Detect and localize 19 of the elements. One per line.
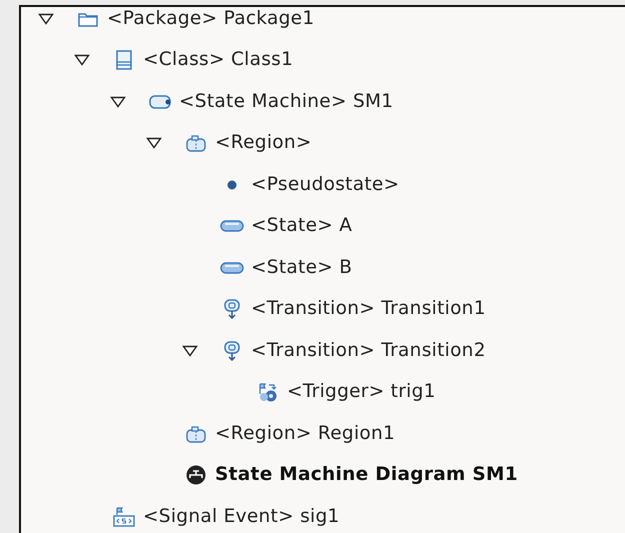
diagram-icon <box>184 465 208 486</box>
tree-item[interactable]: <Signal Event> sig1 <box>143 502 340 531</box>
tree-item[interactable]: <Package> Package1 <box>107 7 314 33</box>
tree-item[interactable]: <Class> Class1 <box>143 46 294 74</box>
region-icon <box>184 424 208 444</box>
tree-item[interactable]: <State> A <box>251 212 352 240</box>
collapse-toggle[interactable] <box>74 52 90 68</box>
tree-item[interactable]: <State> B <box>251 254 352 282</box>
tree-item[interactable]: <Transition> Transition1 <box>251 295 486 324</box>
tree-item[interactable]: <Region> Region1 <box>215 420 396 448</box>
region-icon <box>184 133 208 154</box>
tree-item[interactable]: <Region> <box>215 129 312 158</box>
tree-item[interactable]: <State Machine> SM1 <box>179 88 394 116</box>
tree-item[interactable]: <Trigger> trig1 <box>287 378 436 406</box>
collapse-toggle[interactable] <box>146 135 162 152</box>
tree-item[interactable]: <Transition> Transition2 <box>251 336 486 365</box>
signal-event-icon <box>112 506 136 527</box>
tree-item[interactable]: State Machine Diagram SM1 <box>215 461 518 490</box>
tree-item[interactable]: <Pseudostate> <box>251 170 400 199</box>
